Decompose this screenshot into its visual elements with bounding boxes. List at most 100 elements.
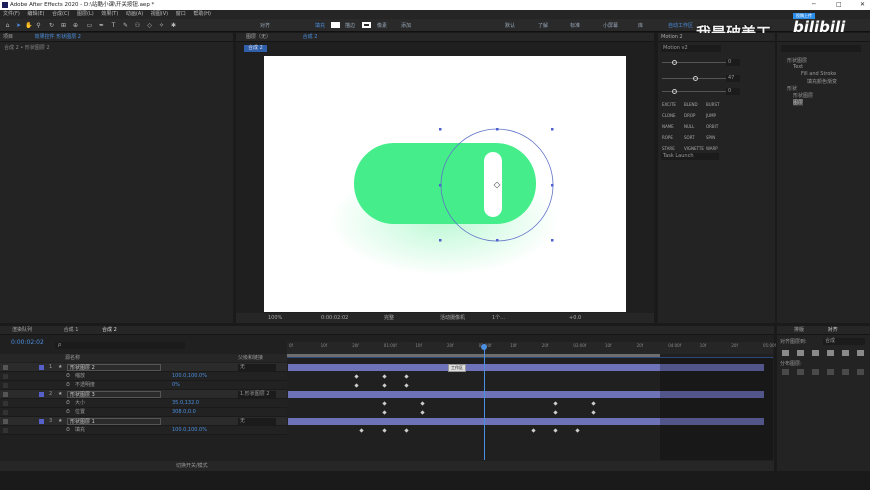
render-queue-tab[interactable]: 渲染队列 [12, 327, 32, 333]
timecode[interactable]: 0:00:02:02 [11, 339, 44, 346]
tree-item[interactable]: Text [793, 64, 803, 70]
layer-row[interactable]: 1 ★ 形状图层 2 无 [0, 363, 287, 372]
close-button[interactable]: ✕ [860, 0, 865, 10]
keyframe-icon[interactable] [404, 383, 409, 388]
label-color-swatch[interactable] [39, 419, 44, 424]
brush-tool-icon[interactable]: ✎ [122, 22, 129, 29]
layer-row[interactable]: ⏱ 不透明度 0% [0, 381, 287, 390]
keyframe-icon[interactable] [354, 383, 359, 388]
time-ruler[interactable]: 0f10f20f01:00f10f20f02:00f10f20f03:00f10… [287, 342, 776, 354]
keyframe-icon[interactable] [420, 410, 425, 415]
keyframe-icon[interactable] [354, 374, 359, 379]
motion-btn-excite[interactable]: EXCITE [662, 102, 676, 108]
motion-btn-vignette[interactable]: VIGNETTE [684, 146, 704, 152]
playhead-icon[interactable] [481, 344, 487, 350]
parent-header[interactable]: 父级和链接 [238, 354, 263, 362]
visibility-eye-icon[interactable] [3, 365, 8, 370]
layer-row[interactable]: 2 ★ 形状图层 3 1.形状图层 2 [0, 390, 287, 399]
home-icon[interactable]: ⌂ [4, 22, 11, 29]
keyframe-icon[interactable] [404, 374, 409, 379]
layers-search-input[interactable] [781, 45, 861, 52]
menu-comp[interactable]: 合成(C) [52, 11, 69, 17]
motion-btn-blend[interactable]: BLEND [684, 102, 698, 108]
property-value[interactable]: 0% [172, 381, 180, 390]
text-tool-icon[interactable]: T [110, 22, 117, 29]
motion-btn-warp[interactable]: WARP [706, 146, 718, 152]
exposure-value[interactable]: +0.0 [569, 313, 581, 323]
source-name-header[interactable]: 源名称 [65, 354, 80, 362]
align-option-icon[interactable] [842, 350, 849, 356]
keyframe-icon[interactable] [382, 428, 387, 433]
fill-label[interactable]: 填充 [315, 22, 325, 29]
layer-row[interactable]: 3 ★ 形状图层 1 无 [0, 417, 287, 426]
keyframe-icon[interactable] [382, 401, 387, 406]
align-option-icon[interactable] [782, 350, 789, 356]
effects-controls-tab[interactable]: 效果控件 形状图层 2 [35, 34, 81, 40]
handle-bl[interactable] [439, 239, 442, 242]
parent-select[interactable]: 1.形状图层 2 [238, 391, 276, 398]
layer-row[interactable]: ⏱ 位置 308.0,0.0 [0, 408, 287, 417]
visibility-eye-icon[interactable] [3, 374, 8, 379]
motion-preset-select[interactable]: Motion v2 [661, 45, 721, 52]
comp1-tab[interactable]: 合成 1 [64, 327, 79, 333]
project-tab[interactable]: 项目 [3, 34, 13, 40]
property-value[interactable]: 100.0,100.0% [172, 372, 207, 381]
label-color-swatch[interactable] [39, 365, 44, 370]
eraser-tool-icon[interactable]: ◇ [146, 22, 153, 29]
motion-btn-clone[interactable]: CLONE [662, 113, 676, 119]
slider-value-1[interactable]: 0 [726, 59, 740, 66]
tree-item[interactable]: 填充颜色渐变 [807, 78, 837, 85]
task-launch-select[interactable]: Task Launch [661, 153, 719, 160]
slider-handle-2[interactable] [693, 76, 698, 81]
label-color-swatch[interactable] [39, 392, 44, 397]
comp-canvas[interactable] [264, 56, 626, 312]
align-target-select[interactable]: 合成 [823, 338, 865, 345]
menu-effect[interactable]: 效果(T) [101, 11, 118, 17]
upload-badge[interactable]: 投稿上传 [793, 13, 815, 19]
menu-edit[interactable]: 编辑(E) [27, 11, 44, 17]
visibility-eye-icon[interactable] [3, 428, 8, 433]
zoom-tool-icon[interactable]: ⚲ [35, 22, 42, 29]
zoom-value[interactable]: 100% [268, 313, 282, 323]
handle-r[interactable] [551, 184, 554, 187]
slider-value-3[interactable]: 0 [726, 88, 740, 95]
add-label[interactable]: 添加 [401, 22, 411, 29]
menu-layer[interactable]: 图层(L) [77, 11, 94, 17]
align-option-icon[interactable] [797, 350, 804, 356]
motion-btn-stare[interactable]: STARE [662, 146, 675, 152]
parent-select[interactable]: 无 [238, 418, 276, 425]
distribute-option-icon[interactable] [797, 369, 804, 375]
visibility-eye-icon[interactable] [3, 392, 8, 397]
distribute-option-icon[interactable] [857, 369, 864, 375]
visibility-eye-icon[interactable] [3, 410, 8, 415]
layer-name[interactable]: 形状图层 1 [67, 418, 161, 425]
workspace-active[interactable]: 自动工作区 [668, 22, 693, 29]
distribute-option-icon[interactable] [827, 369, 834, 375]
keyframe-icon[interactable] [404, 428, 409, 433]
comp2-tab[interactable]: 合成 2 [102, 327, 117, 333]
motion-btn-orbit[interactable]: ORBIT [706, 124, 718, 130]
layer-name[interactable]: 形状图层 3 [67, 391, 161, 398]
tree-item[interactable]: 图层 [793, 99, 804, 106]
workspace-small[interactable]: 小屏幕 [603, 22, 618, 29]
keyframe-icon[interactable] [553, 410, 558, 415]
stopwatch-icon[interactable]: ⏱ [66, 426, 70, 435]
hand-tool-icon[interactable]: ✋ [25, 22, 32, 29]
align-option-icon[interactable] [857, 350, 864, 356]
menu-animation[interactable]: 动画(A) [126, 11, 143, 17]
property-value[interactable]: 35.0,132.0 [172, 399, 199, 408]
timeline-search-input[interactable]: ρ [55, 342, 185, 349]
menu-view[interactable]: 视图(V) [151, 11, 168, 17]
puppet-tool-icon[interactable]: ✱ [170, 22, 177, 29]
stopwatch-icon[interactable]: ⏱ [66, 372, 70, 381]
layer-name[interactable]: 形状图层 2 [67, 364, 161, 371]
keyframe-icon[interactable] [553, 428, 558, 433]
workspace-library[interactable]: 库 [638, 22, 643, 29]
comp-time[interactable]: 0:00:02:02 [321, 313, 348, 323]
clone-tool-icon[interactable]: ⚇ [134, 22, 141, 29]
motion-btn-burst[interactable]: BURST [706, 102, 719, 108]
layer-row[interactable]: ⏱ 大小 35.0,132.0 [0, 399, 287, 408]
motion-btn-name[interactable]: NAME [662, 124, 674, 130]
stroke-label[interactable]: 描边 [345, 22, 355, 29]
slider-handle-3[interactable] [672, 89, 677, 94]
